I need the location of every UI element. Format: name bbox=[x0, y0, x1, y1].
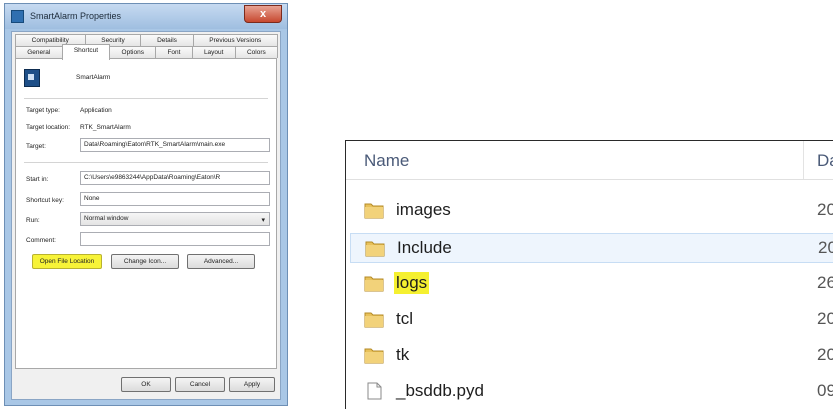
folder-icon bbox=[364, 312, 384, 328]
target-label: Target: bbox=[26, 143, 46, 150]
list-item-date: 20 bbox=[817, 309, 833, 328]
list-item[interactable]: tk 20 bbox=[350, 341, 833, 371]
tab-details[interactable]: Details bbox=[140, 34, 194, 46]
ok-button[interactable]: OK bbox=[121, 377, 171, 392]
list-item-name-highlighted: logs bbox=[394, 272, 430, 294]
divider bbox=[24, 98, 268, 99]
dialog-title: SmartAlarm Properties bbox=[30, 11, 122, 21]
target-type-value: Application bbox=[80, 107, 112, 114]
tab-row-2: General Shortcut Options Font Layout Col… bbox=[15, 44, 278, 60]
column-divider[interactable] bbox=[803, 141, 804, 179]
app-name: SmartAlarm bbox=[76, 74, 111, 81]
list-item-name: Include bbox=[397, 238, 452, 257]
file-list: Name Da images 20 Include 20 logs 26 tc bbox=[345, 140, 833, 409]
list-item-name: _bsddb.pyd bbox=[396, 381, 484, 400]
folder-icon bbox=[364, 348, 384, 364]
tab-font[interactable]: Font bbox=[155, 46, 193, 58]
comment-label: Comment: bbox=[26, 237, 56, 244]
application-icon bbox=[24, 69, 40, 87]
start-in-label: Start in: bbox=[26, 176, 49, 183]
list-item[interactable]: logs 26 bbox=[350, 269, 833, 299]
chevron-down-icon: ▾ bbox=[261, 217, 265, 224]
change-icon-button[interactable]: Change Icon... bbox=[111, 254, 179, 269]
run-select-value: Normal window bbox=[84, 215, 129, 222]
list-item-date: 20 bbox=[817, 345, 833, 364]
list-item-name: tcl bbox=[396, 309, 413, 328]
close-button[interactable]: x bbox=[244, 5, 282, 23]
list-item-date: 20 bbox=[818, 238, 833, 257]
target-location-value: RTK_SmartAlarm bbox=[80, 124, 131, 131]
run-select[interactable]: Normal window ▾ bbox=[80, 212, 270, 226]
list-item-date: 09 bbox=[817, 381, 833, 400]
advanced-button[interactable]: Advanced... bbox=[187, 254, 255, 269]
properties-dialog: SmartAlarm Properties x Compatibility Se… bbox=[4, 3, 288, 406]
apply-button[interactable]: Apply bbox=[229, 377, 275, 392]
cancel-button[interactable]: Cancel bbox=[175, 377, 225, 392]
target-field[interactable]: Data\Roaming\Eaton\RTK_SmartAlarm\main.e… bbox=[80, 138, 270, 152]
column-name-header[interactable]: Name bbox=[364, 151, 409, 171]
list-item-selected[interactable]: Include 20 bbox=[350, 233, 833, 263]
run-label: Run: bbox=[26, 217, 40, 224]
tab-options[interactable]: Options bbox=[109, 46, 157, 58]
app-icon bbox=[11, 10, 24, 23]
list-item-date: 26 bbox=[817, 273, 833, 292]
comment-field[interactable] bbox=[80, 232, 270, 246]
column-date-header[interactable]: Da bbox=[817, 151, 833, 171]
open-file-location-button[interactable]: Open File Location bbox=[32, 254, 102, 269]
target-type-label: Target type: bbox=[26, 107, 60, 114]
tab-previous-versions[interactable]: Previous Versions bbox=[192, 34, 278, 46]
divider bbox=[24, 162, 268, 163]
shortcut-panel: SmartAlarm Target type: Application Targ… bbox=[15, 58, 277, 369]
column-header: Name Da bbox=[346, 141, 833, 180]
tab-shortcut[interactable]: Shortcut bbox=[61, 44, 111, 60]
file-icon bbox=[367, 382, 382, 400]
tab-row-1: Compatibility Security Details Previous … bbox=[15, 34, 278, 46]
folder-icon bbox=[364, 203, 384, 219]
list-item-name: tk bbox=[396, 345, 410, 364]
target-location-label: Target location: bbox=[26, 124, 71, 131]
list-item-name: images bbox=[396, 200, 451, 219]
list-item[interactable]: images 20 bbox=[350, 196, 833, 226]
start-in-field[interactable]: C:\Users\e9863244\AppData\Roaming\Eaton\… bbox=[80, 171, 270, 185]
shortcut-key-label: Shortcut key: bbox=[26, 197, 64, 204]
tab-colors[interactable]: Colors bbox=[234, 46, 278, 58]
shortcut-key-field[interactable]: None bbox=[80, 192, 270, 206]
tab-layout[interactable]: Layout bbox=[191, 46, 236, 58]
list-item[interactable]: tcl 20 bbox=[350, 305, 833, 335]
folder-icon bbox=[365, 241, 385, 257]
dialog-client: Compatibility Security Details Previous … bbox=[11, 31, 281, 400]
list-item[interactable]: _bsddb.pyd 09 bbox=[350, 377, 833, 407]
dialog-titlebar[interactable]: SmartAlarm Properties x bbox=[5, 4, 287, 29]
folder-icon bbox=[364, 276, 384, 292]
list-item-date: 20 bbox=[817, 200, 833, 219]
tab-general[interactable]: General bbox=[15, 46, 63, 58]
